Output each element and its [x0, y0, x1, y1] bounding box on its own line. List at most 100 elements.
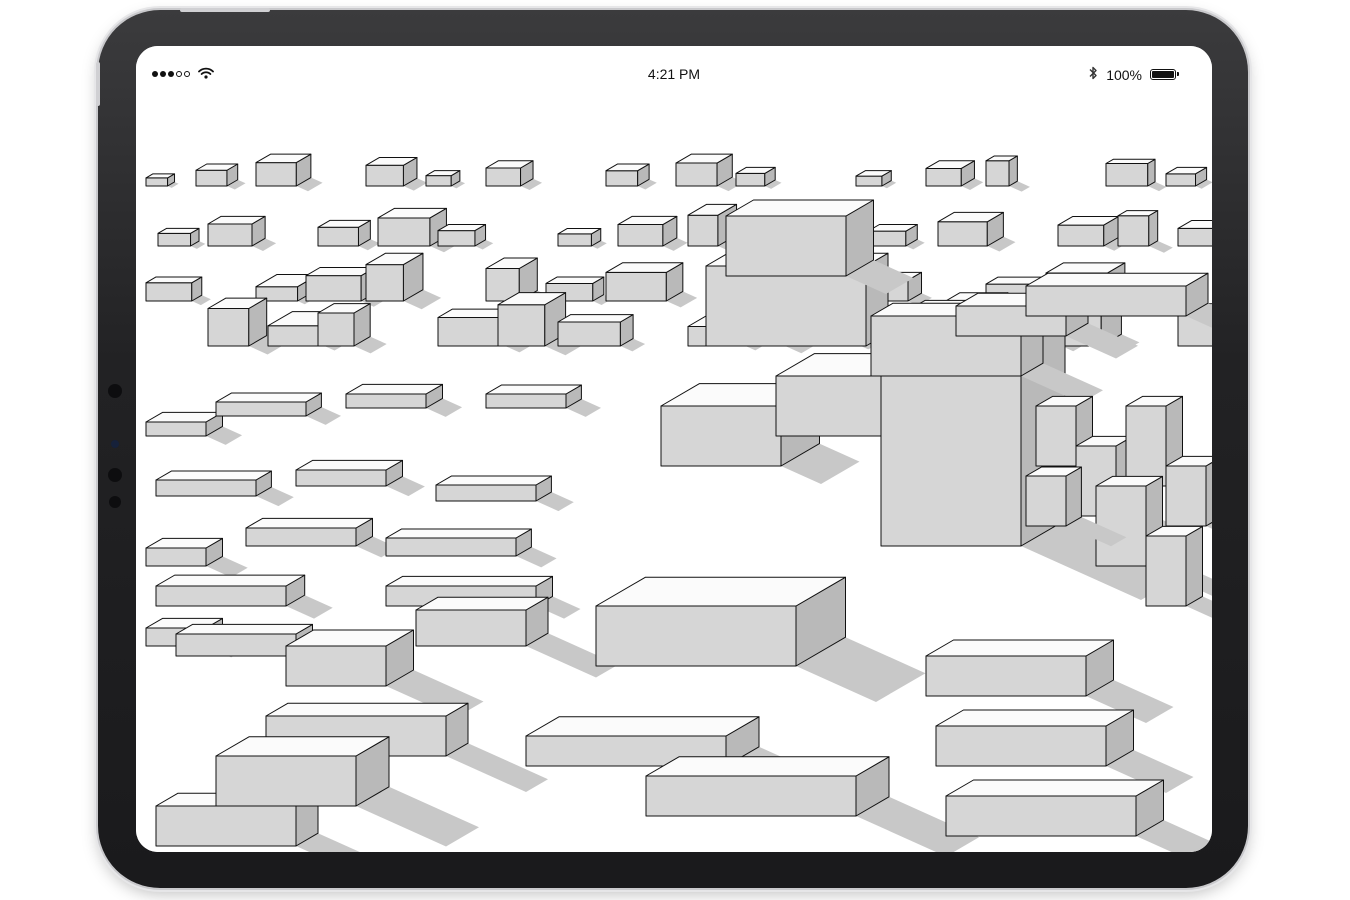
building-front-face	[267, 325, 325, 347]
building-front-face	[317, 312, 355, 347]
tablet-screen: 4:21 PM 100%	[136, 46, 1212, 852]
building-front-face	[365, 164, 404, 187]
building-roof	[265, 702, 469, 717]
model-viewport[interactable]	[136, 46, 1212, 852]
building-roof	[1105, 158, 1156, 164]
building-front-face	[775, 375, 887, 437]
building-roof	[415, 596, 549, 611]
building-front-face	[945, 795, 1137, 837]
building-front-face	[605, 271, 667, 302]
building-front-face	[207, 308, 250, 347]
page: 4:21 PM 100%	[0, 0, 1350, 900]
building-front-face	[295, 469, 387, 487]
building-front-face	[725, 215, 847, 277]
building-roof	[925, 639, 1114, 657]
flash-sensor	[109, 496, 121, 508]
building-front-face	[985, 160, 1010, 187]
building-front-face	[497, 304, 546, 347]
building-front-face	[675, 162, 718, 187]
battery-percent: 100%	[1106, 66, 1142, 83]
battery-fill	[1152, 71, 1174, 78]
volume-button	[96, 62, 100, 106]
building-roof	[215, 392, 322, 403]
building-front-face	[605, 170, 639, 187]
bluetooth-icon	[1088, 66, 1098, 83]
building-front-face	[645, 775, 857, 817]
building-front-face	[425, 175, 452, 187]
building-front-face	[705, 265, 867, 347]
building-roof	[935, 709, 1134, 727]
building-front-face	[365, 264, 404, 302]
building-front-face	[925, 655, 1087, 697]
building-front-face	[157, 232, 192, 247]
building-roof	[945, 779, 1164, 797]
building-front-face	[1177, 227, 1212, 247]
building-roof	[645, 756, 890, 777]
building-front-face	[1105, 163, 1149, 187]
city-model[interactable]	[136, 46, 1212, 852]
building-front-face	[1035, 405, 1077, 467]
building-front-face	[557, 233, 592, 247]
building-side-face	[1185, 525, 1203, 607]
building-roof	[175, 623, 313, 635]
building-front-face	[317, 226, 359, 247]
status-time: 4:21 PM	[647, 66, 701, 82]
building-roof	[485, 384, 582, 395]
building-roof	[345, 383, 443, 395]
camera-sensor	[108, 384, 122, 398]
building-roof	[385, 528, 532, 539]
building-front-face	[557, 321, 621, 347]
building-side-face	[1205, 461, 1212, 527]
building-front-face	[687, 214, 719, 247]
building-front-face	[735, 172, 766, 187]
building-front-face	[1165, 173, 1197, 187]
building-roof	[1025, 272, 1209, 287]
building-roof	[245, 517, 373, 529]
building-front-face	[207, 223, 253, 247]
building-front-face	[145, 282, 193, 302]
building-front-face	[145, 177, 169, 187]
building-roof	[545, 276, 605, 284]
building-front-face	[660, 405, 782, 467]
building-front-face	[215, 755, 357, 807]
building-front-face	[175, 633, 297, 657]
building-front-face	[195, 169, 228, 187]
building-roof	[155, 574, 306, 587]
building-roof	[435, 475, 552, 486]
battery-tip	[1177, 72, 1179, 76]
building-roof	[145, 276, 203, 284]
building-front-face	[155, 805, 297, 847]
building-front-face	[145, 547, 207, 567]
building-front-face	[935, 725, 1107, 767]
building-front-face	[617, 224, 664, 247]
building-front-face	[435, 484, 537, 502]
building-side-face	[1148, 210, 1159, 247]
building-front-face	[255, 162, 297, 187]
building-roof	[295, 459, 403, 471]
building-front-face	[285, 645, 387, 687]
building-front-face	[855, 175, 883, 187]
building-front-face	[485, 393, 567, 409]
camera-lens	[108, 468, 122, 482]
building-front-face	[385, 537, 517, 557]
building-front-face	[155, 479, 257, 497]
building-front-face	[145, 421, 207, 437]
building-front-face	[377, 217, 431, 247]
building-front-face	[305, 275, 362, 302]
building-front-face	[1057, 224, 1105, 247]
building-front-face	[345, 393, 427, 409]
building-front-face	[415, 609, 527, 647]
battery-icon	[1150, 69, 1179, 80]
top-button	[180, 8, 270, 12]
building-front-face	[1125, 405, 1167, 487]
building-front-face	[1095, 485, 1147, 567]
status-right: 100%	[1088, 66, 1179, 83]
building-front-face	[595, 605, 797, 667]
building-roof	[155, 470, 272, 481]
building-roof	[385, 575, 553, 587]
building-front-face	[485, 167, 522, 187]
building-front-face	[437, 230, 476, 247]
light-sensor	[111, 440, 119, 448]
building-front-face	[1025, 475, 1067, 527]
building-front-face	[215, 401, 307, 417]
